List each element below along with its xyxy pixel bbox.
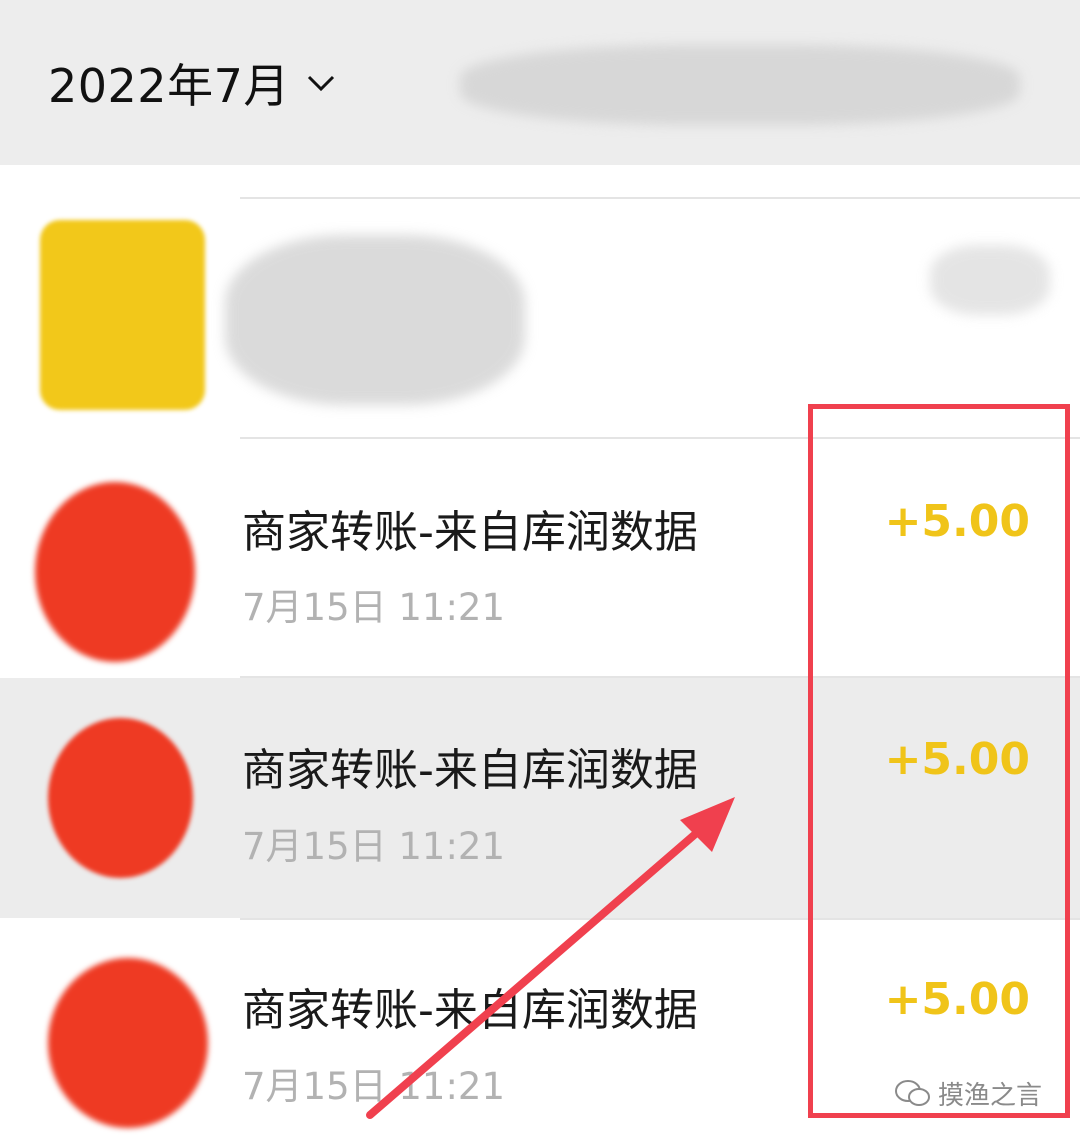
wechat-icon <box>894 1079 930 1106</box>
watermark: 摸渔之言 <box>894 1075 1042 1112</box>
watermark-text: 摸渔之言 <box>937 1081 1042 1111</box>
annotation-arrow-icon <box>366 797 735 1119</box>
